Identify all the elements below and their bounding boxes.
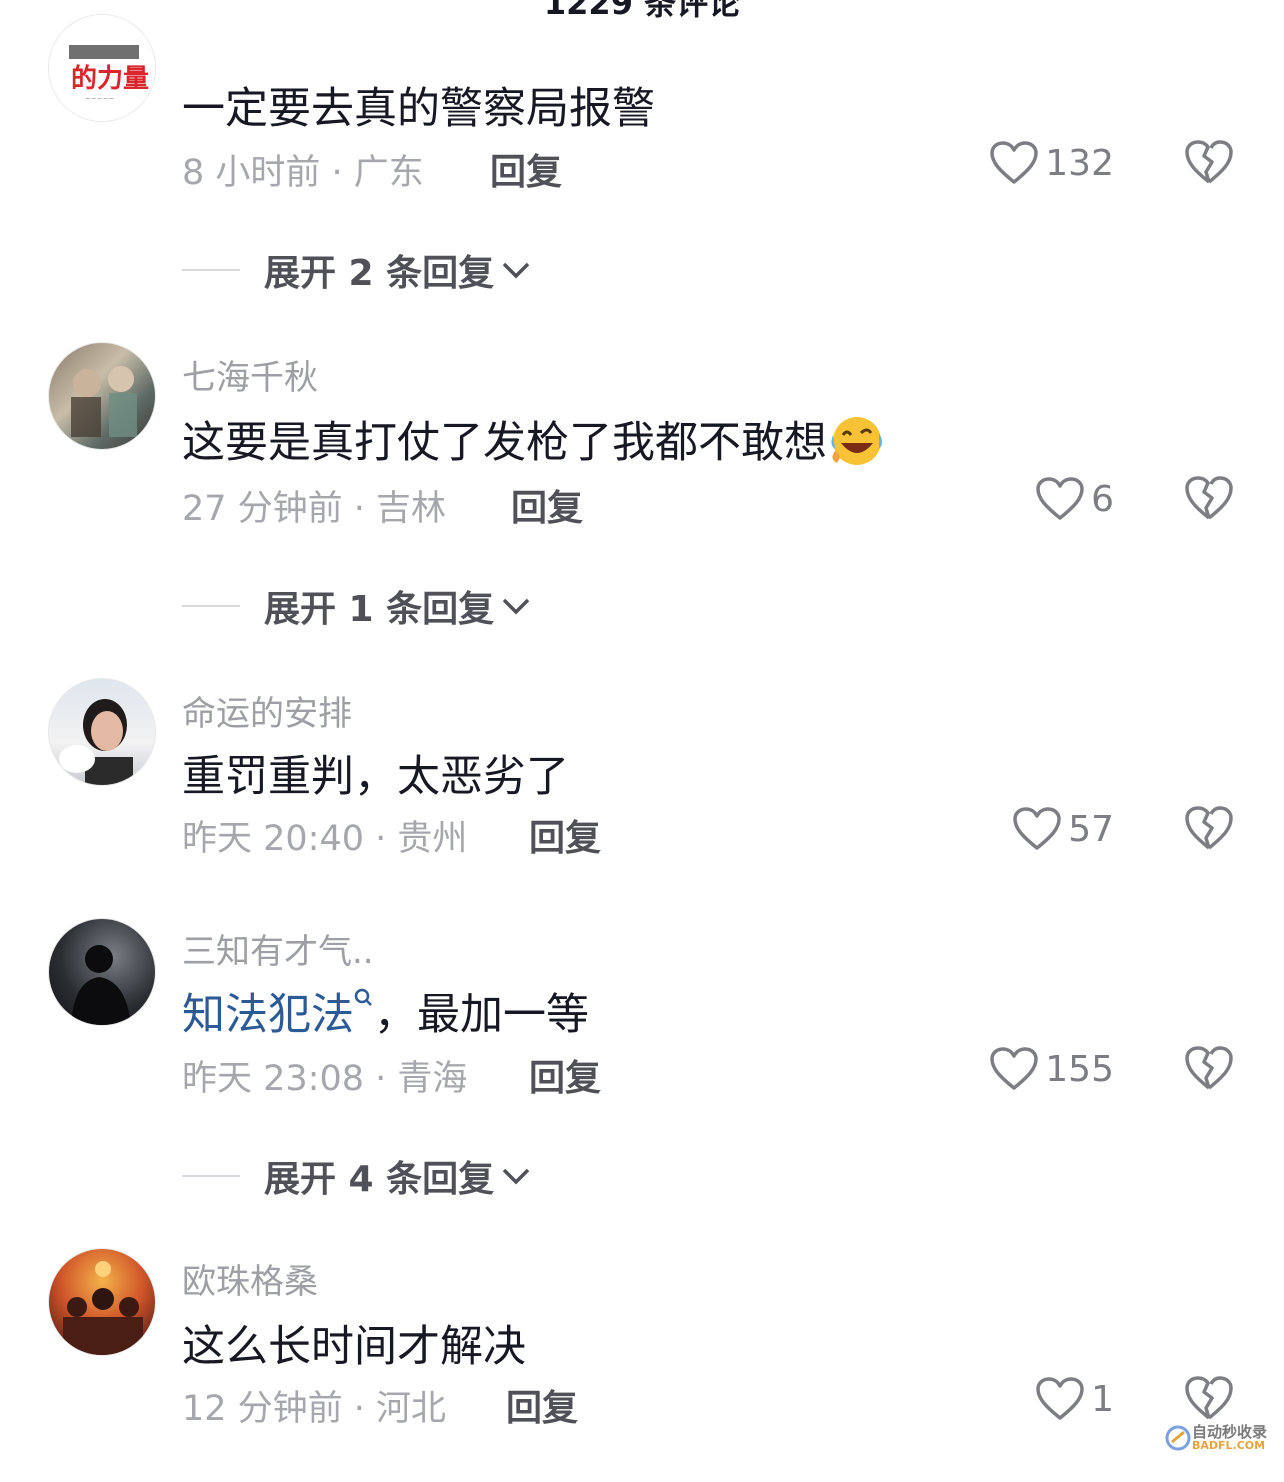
- expand-replies-button[interactable]: 展开 4 条回复: [182, 1150, 532, 1202]
- comment-time-location: 昨天 23:08 · 青海: [182, 1059, 468, 1099]
- watermark-logo-icon: [1165, 1425, 1191, 1451]
- broken-heart-icon[interactable]: [1184, 1374, 1234, 1422]
- comment-time-location: 27 分钟前 · 吉林: [182, 489, 447, 529]
- chevron-down-icon: [502, 598, 530, 615]
- heart-icon: [990, 1047, 1039, 1090]
- comment-text: 重罚重判，太恶劣了: [182, 752, 569, 802]
- expand-replies-label: 展开 2 条回复: [264, 253, 495, 294]
- search-icon[interactable]: [354, 987, 374, 1011]
- avatar[interactable]: 的力量 ~~~~~: [48, 14, 156, 122]
- divider-line: [182, 1175, 240, 1177]
- like-button[interactable]: 155: [989, 1046, 1114, 1092]
- expand-replies-button[interactable]: 展开 1 条回复: [182, 580, 532, 632]
- reply-button[interactable]: 回复: [490, 143, 562, 195]
- like-button[interactable]: 6: [1035, 476, 1114, 522]
- avatar-logo-text: 的力量: [71, 63, 149, 94]
- like-count: 6: [1091, 478, 1114, 520]
- broken-heart-icon[interactable]: [1184, 474, 1234, 522]
- comment-username[interactable]: 三知有才气..: [182, 924, 374, 973]
- comment-count-title: 1229 条评论: [543, 0, 741, 22]
- comment-text: 一定要去真的警察局报警: [182, 84, 655, 134]
- heart-icon: [1036, 477, 1084, 520]
- like-count: 132: [1045, 142, 1114, 184]
- like-count: 1: [1091, 1378, 1114, 1420]
- like-count: 155: [1045, 1048, 1114, 1090]
- comment-text: 这么长时间才解决: [182, 1322, 526, 1372]
- laughing-tears-emoji-icon: [831, 417, 882, 465]
- comment-username[interactable]: 命运的安排: [182, 686, 352, 735]
- like-button[interactable]: 1: [1035, 1376, 1114, 1422]
- like-button[interactable]: 57: [1012, 806, 1114, 852]
- comment-username[interactable]: 七海千秋: [182, 350, 318, 399]
- comment-text: 这要是真打仗了发枪了我都不敢想: [182, 408, 885, 470]
- broken-heart-icon[interactable]: [1184, 138, 1234, 186]
- comment-text-body: 这要是真打仗了发枪了我都不敢想: [182, 418, 827, 468]
- chevron-down-icon: [502, 1168, 530, 1185]
- comment-username[interactable]: 欧珠格桑: [182, 1254, 318, 1303]
- comment-time-location: 8 小时前 · 广东: [182, 153, 424, 193]
- divider-line: [182, 269, 240, 271]
- comment-time-location: 12 分钟前 · 河北: [182, 1389, 447, 1429]
- reply-button[interactable]: 回复: [506, 1379, 578, 1431]
- like-count: 57: [1068, 808, 1114, 850]
- comment-text-body: ，最加一等: [374, 990, 589, 1040]
- svg-text:~~~~~: ~~~~~: [85, 95, 114, 103]
- like-button[interactable]: 132: [989, 140, 1114, 186]
- search-keyword-link[interactable]: 知法犯法: [182, 990, 354, 1040]
- broken-heart-icon[interactable]: [1184, 804, 1234, 852]
- heart-icon: [1036, 1377, 1084, 1420]
- watermark-text: 自动秒收录: [1192, 1423, 1268, 1441]
- avatar[interactable]: [48, 342, 156, 450]
- comment-time-location: 昨天 20:40 · 贵州: [182, 819, 468, 859]
- watermark: 自动秒收录 BADFL.COM: [1164, 1424, 1267, 1452]
- watermark-domain: BADFL.COM: [1192, 1439, 1266, 1452]
- chevron-down-icon: [502, 262, 530, 279]
- expand-replies-label: 展开 4 条回复: [264, 1159, 495, 1200]
- avatar[interactable]: [48, 918, 156, 1026]
- avatar[interactable]: [48, 1248, 156, 1356]
- heart-icon: [990, 141, 1039, 184]
- divider-line: [182, 605, 240, 607]
- expand-replies-button[interactable]: 展开 2 条回复: [182, 244, 532, 296]
- heart-icon: [1013, 807, 1061, 850]
- expand-replies-label: 展开 1 条回复: [264, 589, 495, 630]
- reply-button[interactable]: 回复: [529, 1049, 601, 1101]
- comment-text: 知法犯法 ，最加一等: [182, 980, 589, 1042]
- reply-button[interactable]: 回复: [529, 809, 601, 861]
- reply-button[interactable]: 回复: [511, 479, 583, 531]
- avatar[interactable]: [48, 678, 156, 786]
- broken-heart-icon[interactable]: [1184, 1044, 1234, 1092]
